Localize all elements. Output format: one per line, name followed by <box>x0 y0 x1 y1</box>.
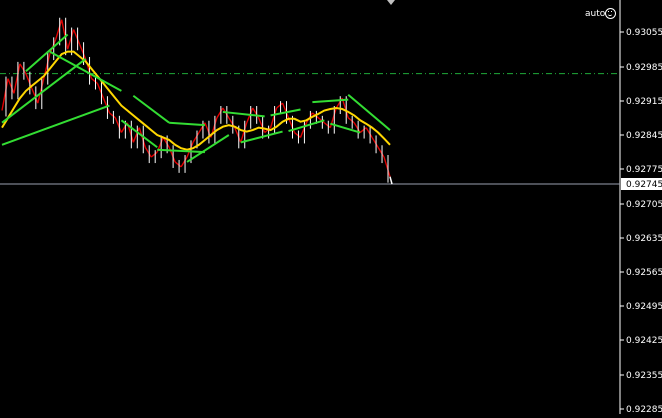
price-bar <box>1 78 9 111</box>
price-bar <box>174 161 182 168</box>
price-tick-label: 0.92705 <box>626 200 662 210</box>
price-bar <box>55 19 63 40</box>
price-bar <box>294 131 301 138</box>
band-segment <box>157 148 206 154</box>
price-tick-label: 0.93055 <box>626 28 662 38</box>
price-tick-label: 0.92915 <box>626 97 662 107</box>
price-tick-label: 0.92425 <box>626 336 662 346</box>
price-tick-label: 0.92775 <box>626 165 662 175</box>
price-tick-label: 0.92355 <box>626 371 662 381</box>
price-bar <box>365 127 373 138</box>
auto-scale-label: auto <box>585 9 606 19</box>
price-chart: 0.93055 0.92985 0.92915 0.92845 0.92775 0.927… <box>0 0 662 415</box>
price-tick-label: 0.92845 <box>626 131 662 141</box>
price-bar <box>377 146 385 158</box>
band-segment <box>169 121 206 127</box>
price-tick-label: 0.92985 <box>626 63 662 73</box>
price-bar-last <box>389 176 393 185</box>
price-bar <box>7 78 15 94</box>
expert-smiley-icon <box>605 8 616 19</box>
band-segment <box>240 130 283 144</box>
price-bar <box>269 107 278 128</box>
price-bar <box>383 156 391 177</box>
band-segment <box>120 119 158 149</box>
price-bar <box>258 117 266 133</box>
price-tick-label: 0.92285 <box>626 405 662 414</box>
price-bar <box>323 122 331 129</box>
price-bar <box>144 146 152 158</box>
chart-area: 0.93055 0.92985 0.92915 0.92845 0.92775 0.927… <box>0 0 662 415</box>
price-bar <box>91 78 98 85</box>
price-bar <box>240 122 248 143</box>
price-bar <box>114 117 123 133</box>
price-bar <box>150 151 158 158</box>
price-bar <box>96 83 105 99</box>
price-tick-label: 0.92495 <box>626 302 662 312</box>
price-bar <box>192 132 200 143</box>
price-bar <box>276 102 283 109</box>
chart-shift-marker[interactable] <box>387 0 395 5</box>
price-bar <box>66 29 75 50</box>
current-price-label: 0.92745 <box>626 180 662 190</box>
price-bar <box>72 29 81 45</box>
price-bar <box>347 117 355 124</box>
price-bar <box>109 112 116 119</box>
price-bar <box>371 137 379 148</box>
price-bar <box>19 63 27 75</box>
price-bar <box>359 127 367 134</box>
price-bar <box>216 107 224 119</box>
price-bar <box>180 156 188 168</box>
price-bar <box>13 63 21 94</box>
price-bar <box>341 98 349 119</box>
band-segment <box>222 110 265 118</box>
price-bar <box>281 102 290 119</box>
price-tick-label: 0.92565 <box>626 268 662 278</box>
price-tick-label: 0.92635 <box>626 234 662 244</box>
